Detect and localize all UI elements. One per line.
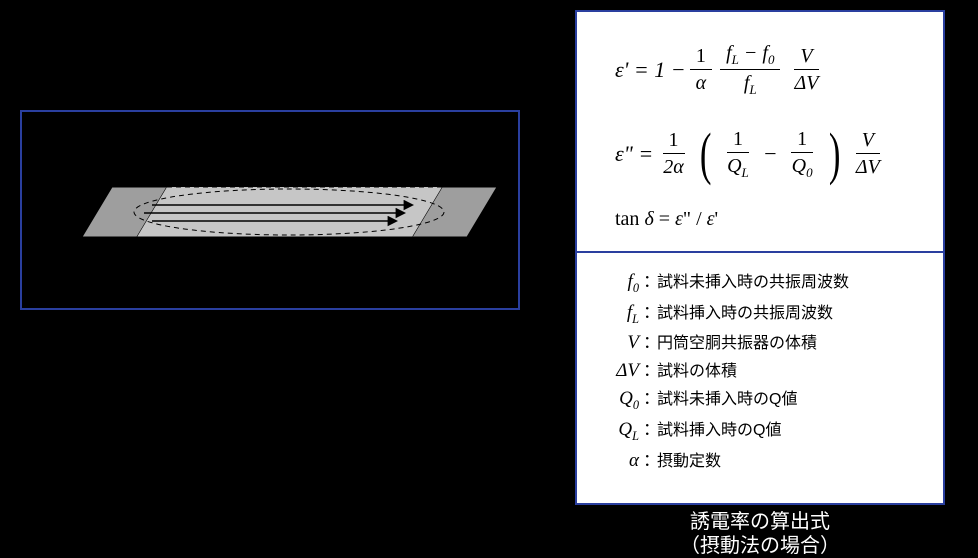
legend-desc: 試料の体積 [657, 357, 737, 381]
legend-desc: 試料未挿入時の共振周波数 [657, 268, 849, 292]
legend-symbol: fL [595, 302, 639, 327]
equation-eps-double-prime: ε" = 1 2α ( 1 QL − 1 Q0 ) V ΔV [615, 126, 923, 182]
legend-colon: ： [643, 356, 657, 381]
legend-row: V：円筒空胴共振器の体積 [595, 328, 925, 354]
legend-colon: ： [643, 384, 657, 409]
legend-row: fL：試料挿入時の共振周波数 [595, 298, 925, 327]
legend-colon: ： [643, 415, 657, 440]
legend-colon: ： [643, 267, 657, 292]
legend-desc: 摂動定数 [657, 447, 721, 471]
legend-row: ΔV：試料の体積 [595, 356, 925, 382]
equations-section: ε' = 1 − 1 α fL − f0 fL V ΔV ε" = 1 [577, 12, 943, 253]
field-label-E: E [398, 163, 409, 184]
legend-desc: 試料挿入時の共振周波数 [657, 299, 833, 323]
legend-symbol: QL [595, 419, 639, 444]
legend-section: f0：試料未挿入時の共振周波数fL：試料挿入時の共振周波数V：円筒空胴共振器の体… [577, 253, 943, 486]
legend-symbol: α [595, 450, 639, 472]
sample-top-face [137, 187, 442, 237]
caption-line2: （摂動法の場合） [680, 535, 840, 557]
legend-desc: 試料挿入時のQ値 [657, 416, 781, 440]
legend-desc: 円筒空胴共振器の体積 [657, 329, 817, 353]
legend-row: Q0：試料未挿入時のQ値 [595, 384, 925, 413]
legend-symbol: ΔV [595, 360, 639, 382]
formula-caption: 誘電率の算出式 （摂動法の場合） [575, 510, 945, 558]
legend-row: QL：試料挿入時のQ値 [595, 415, 925, 444]
legend-colon: ： [643, 298, 657, 323]
caption-line1: 誘電率の算出式 [690, 511, 830, 533]
legend-symbol: Q0 [595, 388, 639, 413]
legend-colon: ： [643, 328, 657, 353]
legend-row: α：摂動定数 [595, 446, 925, 472]
legend-symbol: V [595, 332, 639, 354]
formula-box: ε' = 1 − 1 α fL − f0 fL V ΔV ε" = 1 [575, 10, 945, 505]
legend-colon: ： [643, 446, 657, 471]
legend-row: f0：試料未挿入時の共振周波数 [595, 267, 925, 296]
cavity-diagram-frame [20, 110, 520, 310]
equation-eps-prime: ε' = 1 − 1 α fL − f0 fL V ΔV [615, 40, 923, 100]
cavity-diagram-svg [82, 162, 502, 262]
equation-tan-delta: tan δ = ε" / ε' [615, 208, 923, 231]
legend-desc: 試料未挿入時のQ値 [657, 385, 797, 409]
legend-symbol: f0 [595, 271, 639, 296]
